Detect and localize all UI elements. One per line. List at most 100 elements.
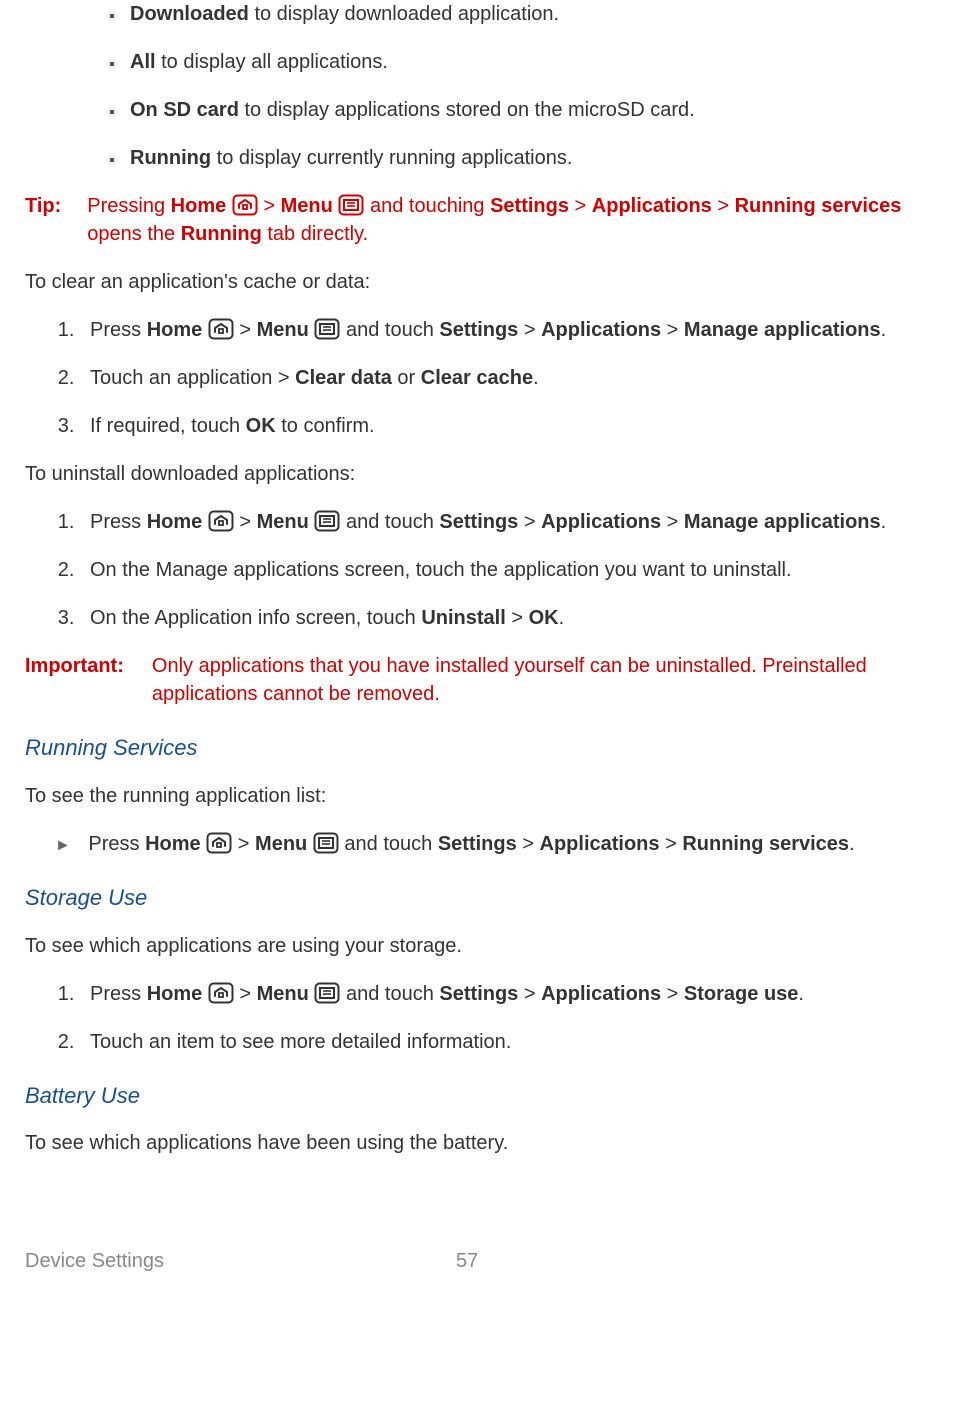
menu-key: Menu	[257, 511, 309, 533]
section-intro: To uninstall downloaded applications:	[25, 460, 947, 488]
list-item: Press Home > Menu and touch Settings > A…	[80, 980, 947, 1008]
nav-item: Applications	[541, 511, 661, 533]
nav-item: Settings	[438, 833, 517, 855]
separator: >	[518, 511, 541, 533]
separator: >	[263, 195, 280, 217]
running-services-step: Press Home > Menu and touch Settings > A…	[25, 830, 947, 858]
home-icon	[232, 194, 258, 216]
text: and touch	[344, 833, 437, 855]
home-key: Home	[147, 983, 203, 1005]
list-item: On the Manage applications screen, touch…	[80, 556, 947, 584]
subheading-running-services: Running Services	[25, 733, 947, 764]
text: tab directly.	[262, 223, 368, 245]
list-item: If required, touch OK to confirm.	[80, 412, 947, 440]
action: OK	[529, 607, 559, 629]
menu-key: Menu	[255, 833, 307, 855]
section-intro: To clear an application's cache or data:	[25, 268, 947, 296]
text: and touch	[346, 319, 439, 341]
nav-item: Applications	[540, 833, 660, 855]
important-label: Important:	[25, 652, 124, 708]
important-block: Important: Only applications that you ha…	[25, 652, 947, 708]
home-icon	[208, 510, 234, 532]
nav-item: Applications	[541, 983, 661, 1005]
home-key: Home	[171, 195, 227, 217]
important-text: Only applications that you have installe…	[152, 652, 947, 708]
text: .	[881, 511, 887, 533]
text: Press	[90, 319, 147, 341]
separator: >	[517, 833, 540, 855]
separator: >	[518, 319, 541, 341]
text: .	[849, 833, 855, 855]
text: or	[392, 367, 421, 389]
nav-item: Running services	[735, 195, 902, 217]
menu-icon	[314, 982, 340, 1004]
list-item: Press Home > Menu and touch Settings > A…	[80, 316, 947, 344]
footer-section-title: Device Settings	[25, 1247, 456, 1275]
option-label: On SD card	[130, 99, 239, 121]
nav-item: Applications	[592, 195, 712, 217]
separator: >	[239, 319, 256, 341]
tab-name: Running	[181, 223, 262, 245]
text: Press	[90, 983, 147, 1005]
nav-item: Manage applications	[684, 319, 881, 341]
menu-icon	[313, 832, 339, 854]
clear-cache-steps: Press Home > Menu and touch Settings > A…	[25, 316, 947, 440]
text: to confirm.	[276, 415, 375, 437]
nav-item: Settings	[439, 319, 518, 341]
separator: >	[712, 195, 735, 217]
subheading-battery-use: Battery Use	[25, 1081, 947, 1112]
separator: >	[660, 833, 683, 855]
menu-icon	[314, 318, 340, 340]
list-item: All to display all applications.	[125, 48, 947, 76]
list-item: Touch an item to see more detailed infor…	[80, 1028, 947, 1056]
option-desc: to display downloaded application.	[249, 3, 559, 25]
separator: >	[661, 511, 684, 533]
list-item: Downloaded to display downloaded applica…	[125, 0, 947, 28]
text: .	[559, 607, 565, 629]
uninstall-steps: Press Home > Menu and touch Settings > A…	[25, 508, 947, 632]
separator: >	[239, 983, 256, 1005]
separator: >	[569, 195, 592, 217]
home-icon	[208, 318, 234, 340]
option-label: All	[130, 51, 156, 73]
option-desc: to display applications stored on the mi…	[239, 99, 695, 121]
home-key: Home	[147, 511, 203, 533]
list-item: Press Home > Menu and touch Settings > A…	[55, 830, 947, 858]
home-key: Home	[147, 319, 203, 341]
separator: >	[239, 511, 256, 533]
section-intro: To see which applications are using your…	[25, 932, 947, 960]
nav-item: Settings	[490, 195, 569, 217]
text: Press	[90, 511, 147, 533]
page-content: Downloaded to display downloaded applica…	[25, 0, 947, 1275]
tip-block: Tip: Pressing Home > Menu and touching S…	[25, 192, 947, 248]
action: Clear cache	[421, 367, 533, 389]
subheading-storage-use: Storage Use	[25, 883, 947, 914]
text: and touch	[346, 983, 439, 1005]
action: OK	[246, 415, 276, 437]
menu-key: Menu	[257, 983, 309, 1005]
nav-item: Settings	[439, 511, 518, 533]
text: On the Application info screen, touch	[90, 607, 421, 629]
list-item: On the Application info screen, touch Un…	[80, 604, 947, 632]
home-key: Home	[145, 833, 201, 855]
nav-item: Running services	[682, 833, 849, 855]
storage-steps: Press Home > Menu and touch Settings > A…	[25, 980, 947, 1056]
list-item: On SD card to display applications store…	[125, 96, 947, 124]
text: .	[881, 319, 887, 341]
tip-body: Pressing Home > Menu and touching Settin…	[87, 192, 947, 248]
text: Touch an application >	[90, 367, 295, 389]
separator: >	[661, 319, 684, 341]
separator: >	[506, 607, 529, 629]
option-desc: to display currently running application…	[211, 147, 572, 169]
option-desc: to display all applications.	[156, 51, 388, 73]
section-intro: To see the running application list:	[25, 782, 947, 810]
text: .	[798, 983, 804, 1005]
text: If required, touch	[90, 415, 246, 437]
list-item: Running to display currently running app…	[125, 144, 947, 172]
separator: >	[518, 983, 541, 1005]
home-icon	[206, 832, 232, 854]
list-item: Touch an application > Clear data or Cle…	[80, 364, 947, 392]
text: Pressing	[87, 195, 170, 217]
option-label: Running	[130, 147, 211, 169]
text: .	[533, 367, 539, 389]
